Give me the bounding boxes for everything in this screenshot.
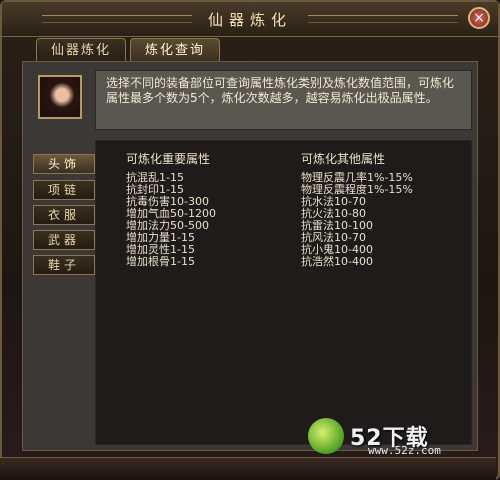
watermark-url: www.52z.com xyxy=(368,444,441,457)
list-item: 增加根骨1-15 xyxy=(126,255,195,268)
list-item: 抗浩然10-400 xyxy=(301,255,373,268)
watermark-logo-icon xyxy=(308,418,344,454)
window-bottom-border xyxy=(0,457,496,480)
npc-portrait xyxy=(38,75,82,119)
main-attrs-header: 可炼化重要属性 xyxy=(126,152,211,166)
close-icon: × xyxy=(473,10,485,26)
title-bar[interactable]: 仙器炼化 × xyxy=(2,2,498,37)
category-tab-shoes[interactable]: 鞋子 xyxy=(33,255,95,275)
other-attrs-header: 可炼化其他属性 xyxy=(301,152,386,166)
tab-query[interactable]: 炼化查询 xyxy=(130,38,220,63)
main-attrs-list: 抗混乱1-15 抗封印1-15 抗毒伤害10-300 增加气血50-1200 增… xyxy=(126,172,216,268)
category-tab-armor[interactable]: 衣服 xyxy=(33,205,95,225)
other-attrs-list: 物理反震几率1%-15% 物理反震程度1%-15% 抗水法10-70 抗火法10… xyxy=(301,172,413,268)
close-button[interactable]: × xyxy=(468,7,490,29)
category-tab-necklace[interactable]: 项链 xyxy=(33,180,95,200)
window-title: 仙器炼化 xyxy=(207,11,292,29)
category-tab-weapon[interactable]: 武器 xyxy=(33,230,95,250)
tab-refine[interactable]: 仙器炼化 xyxy=(36,38,126,63)
category-tab-headwear[interactable]: 头饰 xyxy=(33,154,95,174)
site-watermark: 52下载 www.52z.com xyxy=(308,418,488,458)
description-box: 选择不同的装备部位可查询属性炼化类别及炼化数值范围，可炼化属性最多个数为5个，炼… xyxy=(95,70,472,130)
